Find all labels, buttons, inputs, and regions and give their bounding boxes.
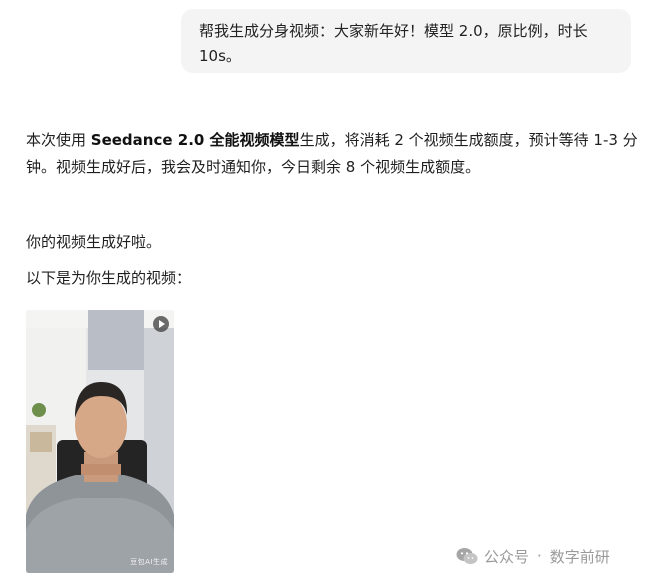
video-done-text: 你的视频生成好啦。 bbox=[26, 233, 162, 251]
wechat-icon bbox=[456, 548, 478, 564]
user-message-text: 帮我生成分身视频：大家新年好！模型 2.0，原比例，时长 10s。 bbox=[199, 22, 588, 65]
intro-text-before: 本次使用 bbox=[26, 131, 91, 149]
video-player[interactable]: 豆包AI生成 bbox=[26, 310, 174, 573]
assistant-intro: 本次使用 Seedance 2.0 全能视频模型生成，将消耗 2 个视频生成额度… bbox=[26, 127, 641, 181]
video-intro-text: 以下是为你生成的视频： bbox=[26, 269, 192, 287]
play-icon[interactable] bbox=[153, 316, 169, 332]
user-message-bubble: 帮我生成分身视频：大家新年好！模型 2.0，原比例，时长 10s。 bbox=[181, 9, 631, 73]
watermark-separator: · bbox=[537, 547, 542, 565]
account-type-label: 公众号 bbox=[484, 547, 530, 566]
video-thumbnail bbox=[26, 310, 174, 573]
wechat-watermark: 公众号 · 数字前研 bbox=[456, 545, 610, 567]
account-name: 数字前研 bbox=[549, 547, 610, 566]
video-watermark: 豆包AI生成 bbox=[130, 558, 168, 566]
model-name: Seedance 2.0 全能视频模型 bbox=[90, 131, 300, 149]
